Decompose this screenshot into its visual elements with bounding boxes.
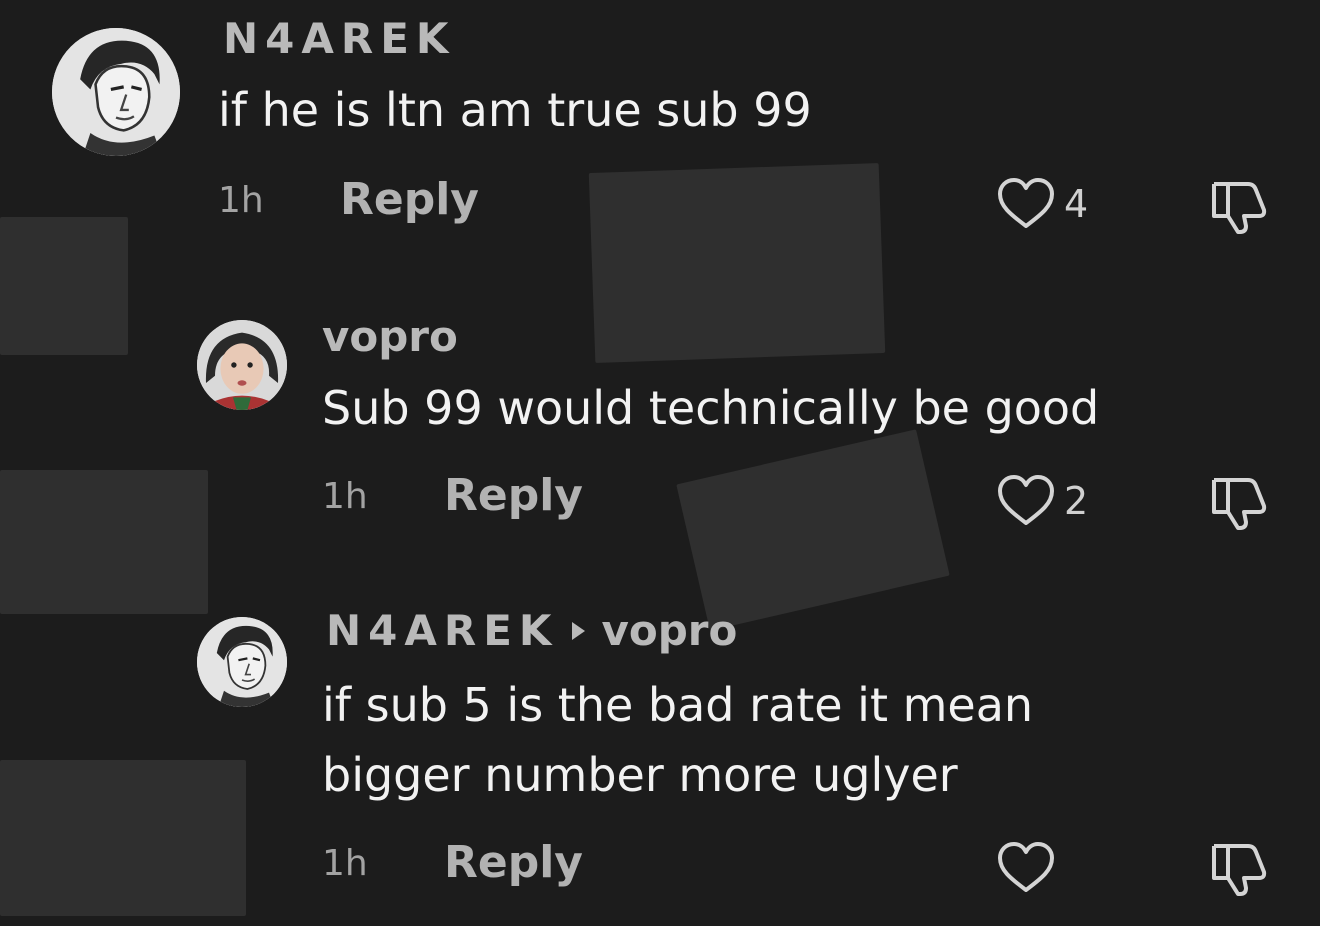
dislike-button[interactable] [1208,176,1270,238]
redaction-patch [0,760,246,916]
comment-text: if he is ltn am true sub 99 [218,83,812,137]
comment-username[interactable]: vopro [322,312,458,361]
heart-icon [998,475,1054,525]
heart-icon [998,178,1054,228]
like-count: 2 [1064,479,1089,523]
like-count: 4 [1064,182,1089,226]
comment-text: Sub 99 would technically be good [322,381,1100,435]
redaction-patch [0,470,208,614]
comment-username[interactable]: N4AREK vopro [326,606,737,655]
reply-button[interactable]: Reply [444,470,583,521]
comment-text-line: if sub 5 is the bad rate it mean [322,678,1034,732]
dislike-button[interactable] [1208,838,1270,900]
redaction-patch [676,429,950,631]
thumbs-down-icon [1212,478,1267,530]
comment-time: 1h [322,843,368,884]
like-button[interactable]: 4 [996,176,1088,232]
like-button[interactable]: 2 [996,473,1088,529]
thumbs-down-icon [1212,844,1267,896]
man-portrait-icon [52,28,180,156]
comment-username[interactable]: N4AREK [223,14,455,63]
redaction-patch [0,217,128,355]
comment-time: 1h [322,476,368,517]
reply-button[interactable]: Reply [444,837,583,888]
reply-button[interactable]: Reply [340,174,479,225]
man-portrait-icon [197,617,287,707]
comment-time: 1h [218,180,264,221]
avatar[interactable] [197,617,287,707]
avatar[interactable] [197,320,287,410]
like-button[interactable] [996,840,1064,896]
reply-arrow-icon [572,621,586,640]
redaction-patch [588,162,886,364]
comment-text-line: bigger number more uglyer [322,748,958,802]
heart-icon [998,842,1054,892]
thumbs-down-icon [1212,182,1267,234]
avatar[interactable] [52,28,180,156]
woman-portrait-icon [197,320,287,410]
dislike-button[interactable] [1208,472,1270,534]
username-text[interactable]: N4AREK [326,606,558,655]
reply-target-username[interactable]: vopro [601,606,737,655]
